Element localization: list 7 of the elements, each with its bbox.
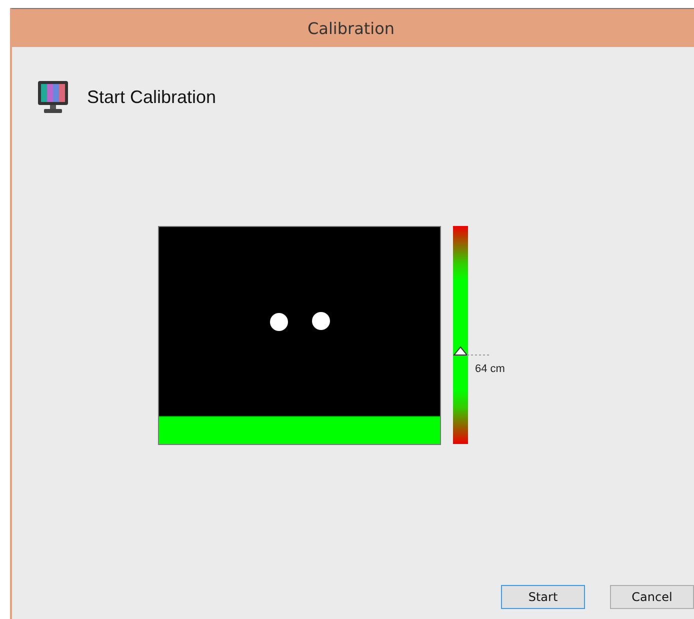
monitor-icon — [37, 80, 69, 114]
eyes-drawing — [268, 312, 330, 332]
distance-reading: 64 cm — [475, 362, 505, 375]
start-button[interactable]: Start — [501, 585, 585, 609]
cancel-button[interactable]: Cancel — [610, 585, 694, 609]
header-title: Start Calibration — [87, 86, 216, 108]
window-title: Calibration — [307, 18, 395, 38]
